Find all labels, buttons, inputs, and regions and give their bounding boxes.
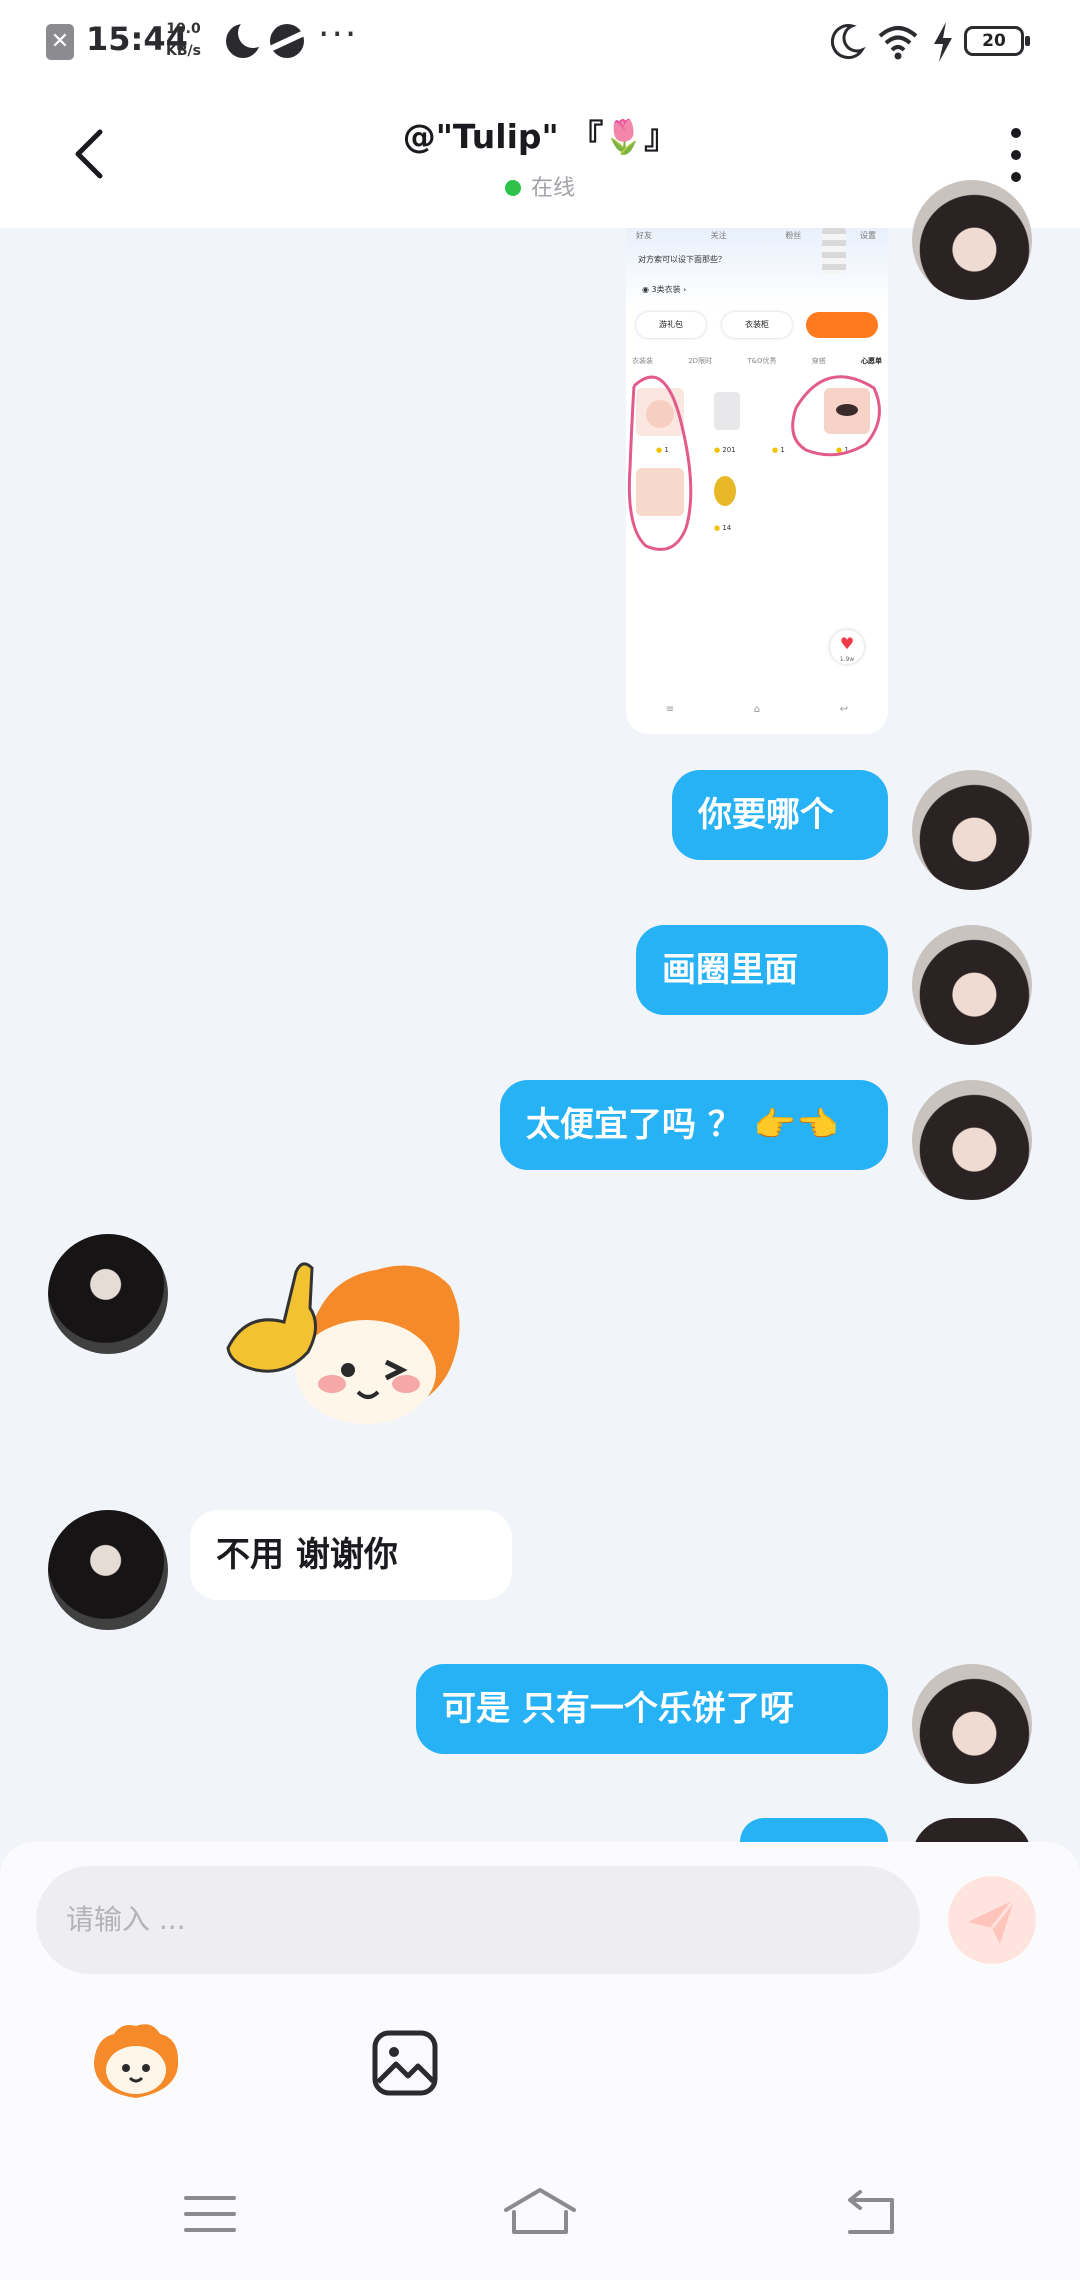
shot-button: 衣装柜: [722, 312, 792, 338]
avatar[interactable]: [912, 1664, 1032, 1784]
back-nav-icon[interactable]: [840, 2190, 898, 2238]
message-bubble[interactable]: 不用 谢谢你: [190, 1510, 512, 1600]
shot-button: 游礼包: [636, 312, 706, 338]
sticker-message[interactable]: [226, 1252, 486, 1452]
shot-prompt: 对方索可以设下面那些？: [638, 255, 726, 264]
send-icon: [968, 1899, 1016, 1944]
shot-tab: 粉丝: [785, 231, 802, 240]
avatar[interactable]: [48, 1234, 168, 1354]
chat-title: @"Tulip" 『🌷』: [402, 117, 678, 156]
avatar[interactable]: [912, 925, 1032, 1045]
message-bubble[interactable]: 可是 只有一个乐饼了呀: [416, 1664, 888, 1754]
message-input[interactable]: 请输入 ...: [36, 1866, 920, 1974]
message-bubble[interactable]: 你要哪个: [672, 770, 888, 860]
close-notification-icon: ✕: [46, 24, 74, 60]
network-speed: 10.0 KB/s: [166, 21, 201, 59]
image-message[interactable]: 好友 关注 粉丝 设置 对方索可以设下面那些？ ◉ 3类衣装 › 游礼包 衣装柜…: [626, 228, 888, 734]
shot-tab: 关注: [710, 231, 727, 240]
avatar[interactable]: [48, 1510, 168, 1630]
shot-tab: 好友: [636, 231, 652, 240]
menu-icon[interactable]: [182, 2192, 238, 2236]
online-status: 在线: [0, 170, 1080, 202]
planet-icon: [264, 24, 310, 58]
more-notifications-icon: ···: [318, 14, 359, 55]
moon-icon: [226, 18, 268, 58]
battery-indicator: 20: [964, 26, 1030, 56]
home-icon[interactable]: [502, 2186, 578, 2238]
charging-icon: [934, 22, 952, 62]
online-dot-icon: [504, 180, 521, 196]
avatar[interactable]: [912, 770, 1032, 890]
avatar[interactable]: [912, 1080, 1032, 1200]
wifi-icon: [878, 26, 918, 60]
more-options-icon[interactable]: [1004, 126, 1028, 186]
message-bubble[interactable]: 画圈里面: [636, 925, 888, 1015]
avatar[interactable]: [912, 180, 1032, 300]
sticker-icon[interactable]: [90, 2020, 182, 2104]
moon-icon: [830, 24, 866, 60]
message-bubble[interactable]: 太便宜了吗 ？ 👉👈: [500, 1080, 888, 1170]
gallery-icon[interactable]: [370, 2028, 440, 2098]
shot-tab: 设置: [859, 231, 876, 240]
send-button[interactable]: [948, 1876, 1036, 1964]
